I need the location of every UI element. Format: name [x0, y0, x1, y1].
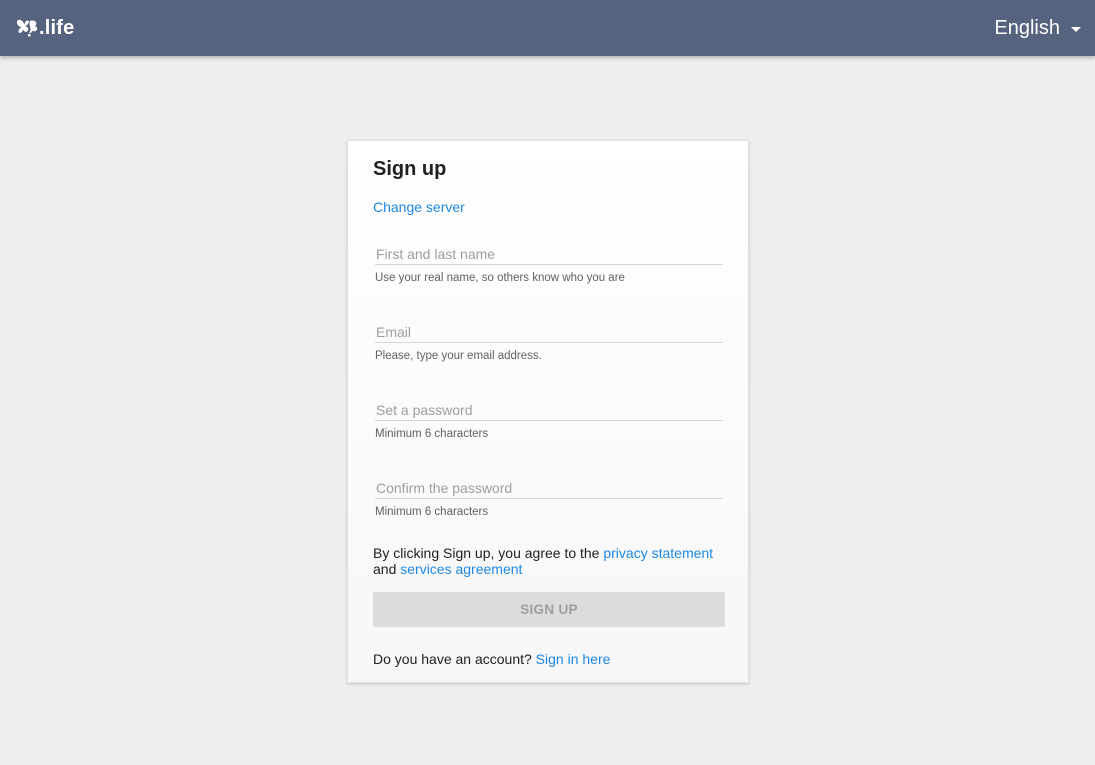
- app-logo[interactable]: .life: [15, 16, 74, 40]
- password-field-group: Minimum 6 characters: [375, 395, 723, 440]
- signin-link[interactable]: Sign in here: [536, 651, 611, 667]
- name-input[interactable]: [375, 239, 723, 265]
- language-label: English: [994, 16, 1060, 39]
- agree-and: and: [373, 561, 401, 577]
- confirm-password-input[interactable]: [375, 473, 723, 499]
- page-title: Sign up: [373, 158, 447, 180]
- agree-prefix: By clicking Sign up, you agree to the: [373, 545, 604, 561]
- change-server-link[interactable]: Change server: [373, 199, 465, 215]
- caret-down-icon: [1071, 26, 1081, 32]
- top-bar: .life English: [0, 0, 1095, 56]
- signin-prompt: Do you have an account? Sign in here: [373, 651, 610, 667]
- privacy-statement-link[interactable]: privacy statement: [603, 545, 713, 561]
- terms-agreement-text: By clicking Sign up, you agree to the pr…: [373, 545, 733, 577]
- name-hint: Use your real name, so others know who y…: [375, 272, 625, 284]
- services-agreement-link[interactable]: services agreement: [400, 561, 522, 577]
- signup-button[interactable]: SIGN UP: [373, 592, 725, 627]
- email-hint: Please, type your email address.: [375, 350, 542, 362]
- account-question: Do you have an account?: [373, 651, 536, 667]
- logo-text: .life: [39, 16, 75, 39]
- confirm-password-hint: Minimum 6 characters: [375, 506, 489, 518]
- email-input[interactable]: [375, 317, 723, 343]
- confirm-password-field-group: Minimum 6 characters: [375, 473, 723, 518]
- language-selector[interactable]: English: [994, 16, 1081, 40]
- butterfly-logo-icon: [16, 19, 38, 37]
- signup-card: Sign up Change server Use your real name…: [347, 140, 749, 683]
- name-field-group: Use your real name, so others know who y…: [375, 239, 723, 284]
- password-hint: Minimum 6 characters: [375, 428, 489, 440]
- email-field-group: Please, type your email address.: [375, 317, 723, 362]
- password-input[interactable]: [375, 395, 723, 421]
